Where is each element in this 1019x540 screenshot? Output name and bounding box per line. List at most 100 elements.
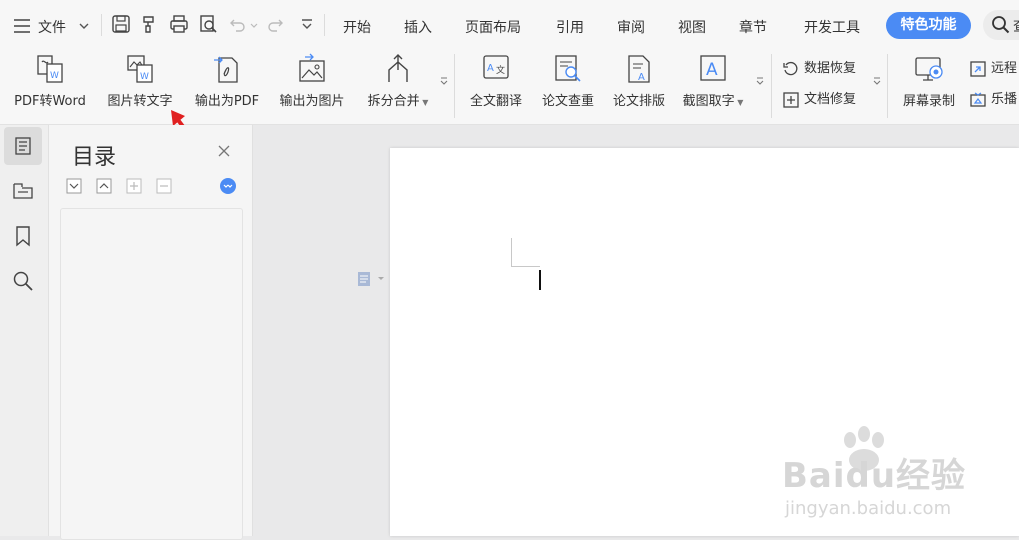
undo-dropdown-icon[interactable] xyxy=(250,22,258,30)
screen-record-label: 屏幕录制 xyxy=(902,94,955,109)
svg-text:A: A xyxy=(706,60,718,80)
print-preview-icon[interactable] xyxy=(198,14,218,34)
remote-button[interactable]: 远程 xyxy=(969,57,1017,78)
text-cursor xyxy=(539,270,541,290)
export-image-button[interactable]: 输出为图片 xyxy=(272,52,352,114)
divider xyxy=(324,14,325,36)
divider xyxy=(887,54,888,118)
add-level-icon[interactable] xyxy=(126,178,142,194)
toc-title: 目录 xyxy=(72,145,117,170)
image-to-text-button[interactable]: W 图片转文字 xyxy=(100,52,180,114)
screenshot-ocr-label: 截图取字 ▼ xyxy=(682,94,744,109)
chevron-down-icon xyxy=(79,23,89,29)
svg-text:文: 文 xyxy=(496,64,505,76)
watermark-brand: Baidu经验 xyxy=(782,456,967,496)
document-repair-button[interactable]: 文档修复 xyxy=(782,88,856,109)
tab-chapter[interactable]: 章节 xyxy=(739,17,767,37)
plagiarism-check-icon xyxy=(555,55,581,82)
split-merge-button[interactable]: 拆分合并 ▼ xyxy=(358,52,438,114)
export-pdf-icon xyxy=(214,56,238,83)
tab-page-layout[interactable]: 页面布局 xyxy=(465,17,521,37)
full-translate-label: 全文翻译 xyxy=(469,94,522,109)
screen-record-button[interactable]: 屏幕录制 xyxy=(896,52,962,114)
document-page[interactable]: Baidu经验 jingyan.baidu.com xyxy=(358,148,1019,536)
paper-format-button[interactable]: A 论文排版 xyxy=(606,52,672,114)
smart-toc-icon[interactable] xyxy=(219,177,237,195)
tab-references[interactable]: 引用 xyxy=(556,17,584,37)
split-merge-icon xyxy=(388,54,408,82)
file-menu-label: 文件 xyxy=(38,20,66,36)
repair-icon xyxy=(783,91,799,108)
divider xyxy=(454,54,455,118)
remote-icon xyxy=(970,60,986,77)
screen-record-icon xyxy=(915,57,943,81)
divider xyxy=(771,54,772,118)
watermark-url: jingyan.baidu.com xyxy=(785,498,952,519)
recovery-icon xyxy=(783,61,798,75)
document-repair-label: 文档修复 xyxy=(804,92,857,107)
print-icon[interactable] xyxy=(169,14,189,34)
expand-down-icon[interactable] xyxy=(66,178,82,194)
toc-icon xyxy=(15,137,31,155)
export-pdf-button[interactable]: 输出为PDF xyxy=(187,52,267,114)
tab-insert[interactable]: 插入 xyxy=(404,17,432,37)
paper-format-icon: A xyxy=(628,55,650,83)
file-menu-button[interactable]: 文件 xyxy=(10,12,98,38)
toc-rail-button[interactable] xyxy=(4,127,42,165)
hamburger-icon xyxy=(14,19,30,33)
tab-home[interactable]: 开始 xyxy=(343,17,371,37)
pdf-to-word-icon: W xyxy=(37,55,63,83)
divider xyxy=(101,14,102,36)
title-toolbar: 文件 开始 插入 页面布局 引用 审阅 视图 章节 开发工具 特色功能 查 xyxy=(0,0,1019,48)
more-group-icon[interactable] xyxy=(439,76,449,86)
search-icon xyxy=(992,16,1010,34)
split-merge-label: 拆分合并 ▼ xyxy=(367,94,429,109)
bookmark-icon[interactable] xyxy=(12,225,34,247)
screenshot-ocr-icon: A xyxy=(700,55,726,81)
export-image-icon xyxy=(299,53,325,82)
paragraph-menu-icon[interactable] xyxy=(356,270,386,288)
customize-toolbar-icon[interactable] xyxy=(297,14,317,34)
search-icon[interactable] xyxy=(12,270,34,292)
lebo-cast-button[interactable]: 乐播 xyxy=(969,88,1017,109)
nav-pane-icon[interactable] xyxy=(12,180,34,202)
full-translate-button[interactable]: A文 全文翻译 xyxy=(463,52,529,114)
save-icon[interactable] xyxy=(111,14,131,34)
tab-view[interactable]: 视图 xyxy=(678,17,706,37)
export-image-label: 输出为图片 xyxy=(279,94,345,109)
toc-list-area xyxy=(60,208,243,540)
svg-text:W: W xyxy=(140,72,149,82)
tab-review[interactable]: 审阅 xyxy=(617,17,645,37)
format-painter-icon[interactable] xyxy=(140,14,160,34)
screenshot-ocr-button[interactable]: A 截图取字 ▼ xyxy=(676,52,750,114)
more-group-icon[interactable] xyxy=(872,76,882,86)
data-recovery-button[interactable]: 数据恢复 xyxy=(782,57,856,78)
toc-panel: 目录 xyxy=(49,125,253,540)
undo-icon[interactable] xyxy=(228,14,248,34)
pdf-to-word-button[interactable]: W PDF转Word xyxy=(6,52,94,114)
more-group-icon[interactable] xyxy=(755,76,765,86)
collapse-up-icon[interactable] xyxy=(96,178,112,194)
svg-text:A: A xyxy=(638,72,645,83)
search-box[interactable]: 查 xyxy=(983,10,1019,40)
translate-icon: A文 xyxy=(483,55,509,79)
left-rail xyxy=(0,125,49,536)
plagiarism-check-label: 论文查重 xyxy=(541,94,594,109)
svg-text:W: W xyxy=(50,71,59,81)
search-label: 查 xyxy=(1013,16,1019,36)
plagiarism-check-button[interactable]: 论文查重 xyxy=(535,52,601,114)
redo-icon[interactable] xyxy=(265,14,285,34)
margin-mark xyxy=(511,266,540,267)
watermark: Baidu经验 jingyan.baidu.com xyxy=(782,426,1017,534)
margin-mark xyxy=(511,238,512,267)
close-icon[interactable] xyxy=(217,144,231,158)
svg-text:A: A xyxy=(487,63,494,74)
data-recovery-label: 数据恢复 xyxy=(804,61,857,76)
cast-icon xyxy=(970,92,986,107)
lebo-cast-label: 乐播 xyxy=(991,92,1018,107)
tab-special-features[interactable]: 特色功能 xyxy=(886,12,971,39)
remove-level-icon[interactable] xyxy=(156,178,172,194)
pdf-to-word-label: PDF转Word xyxy=(14,94,86,109)
tab-developer[interactable]: 开发工具 xyxy=(804,17,860,37)
remote-label: 远程 xyxy=(991,61,1018,76)
